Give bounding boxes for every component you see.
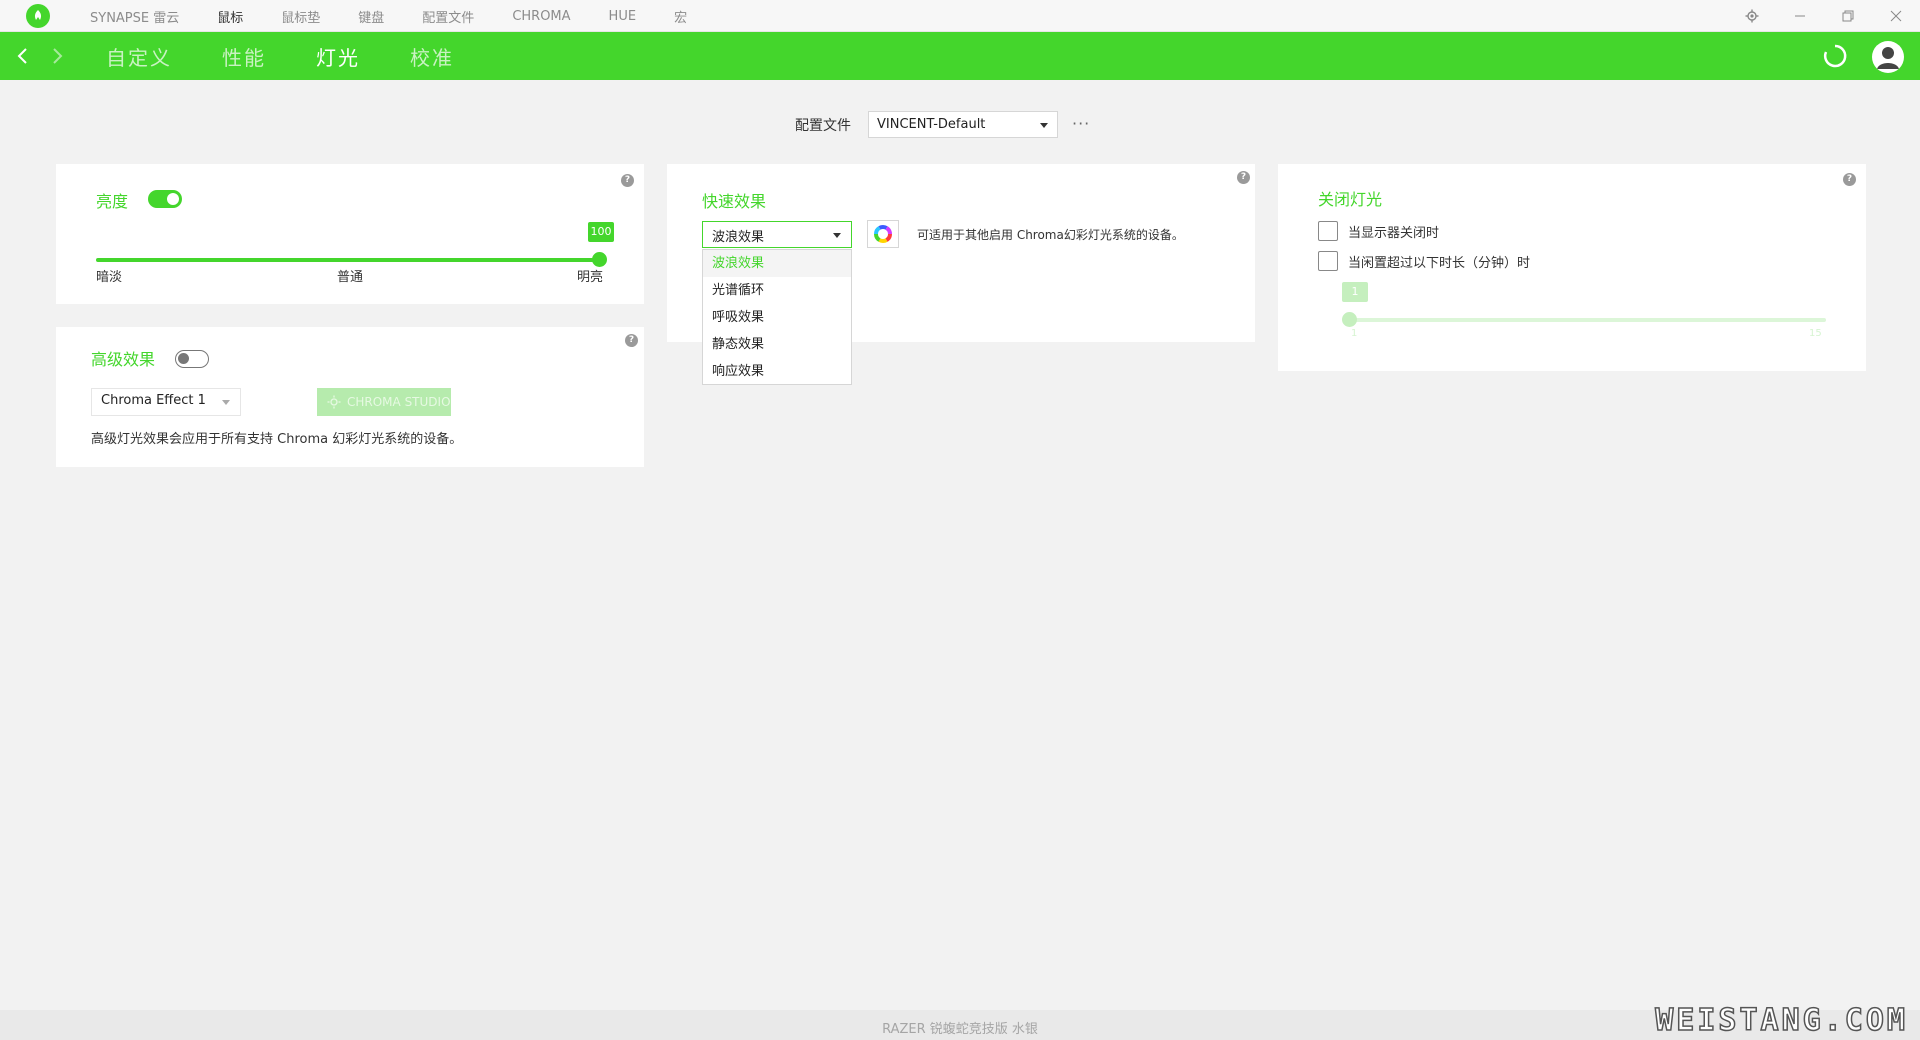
dropdown-option[interactable]: 光谱循环 — [703, 277, 851, 304]
chevron-down-icon — [222, 400, 230, 405]
brightness-slider-thumb[interactable] — [592, 252, 607, 267]
topnav-macro[interactable]: 宏 — [674, 7, 687, 26]
close-icon[interactable] — [1872, 0, 1920, 32]
chroma-studio-button[interactable]: CHROMA STUDIO — [317, 388, 451, 416]
color-wheel-icon — [874, 225, 892, 243]
help-icon[interactable]: ? — [625, 334, 638, 347]
idle-max-label: 15 — [1809, 328, 1822, 339]
top-nav: SYNAPSE 雷云 鼠标 鼠标垫 键盘 配置文件 CHROMA HUE 宏 — [90, 0, 725, 32]
brightness-toggle[interactable] — [148, 190, 182, 208]
dropdown-option[interactable]: 静态效果 — [703, 331, 851, 358]
help-icon[interactable]: ? — [1237, 171, 1250, 184]
color-wheel-button[interactable] — [867, 220, 899, 248]
advanced-effects-card: ? 高级效果 Chroma Effect 1 CHROMA STUDIO 高级灯… — [56, 327, 644, 467]
device-name: RAZER 锐蝮蛇竞技版 水银 — [882, 1022, 1038, 1037]
tab-calibration[interactable]: 校准 — [410, 42, 454, 71]
quick-effect-select[interactable]: 波浪效果 — [702, 221, 852, 248]
advanced-effects-toggle[interactable] — [175, 350, 209, 368]
idle-value-badge: 1 — [1342, 282, 1368, 302]
dropdown-option[interactable]: 呼吸效果 — [703, 304, 851, 331]
back-arrow-icon[interactable] — [10, 44, 34, 68]
idle-min-label: 1 — [1351, 328, 1358, 339]
section-bar: 自定义 性能 灯光 校准 — [0, 32, 1920, 80]
idle-checkbox[interactable] — [1318, 251, 1338, 271]
topnav-synapse[interactable]: SYNAPSE 雷云 — [90, 7, 179, 26]
minimize-icon[interactable] — [1776, 0, 1824, 32]
tab-performance[interactable]: 性能 — [222, 42, 266, 71]
topnav-keyboard[interactable]: 键盘 — [358, 7, 384, 26]
settings-gear-icon[interactable] — [1728, 0, 1776, 32]
dropdown-option[interactable]: 响应效果 — [703, 358, 851, 385]
brightness-slider-track[interactable] — [96, 258, 600, 262]
profile-value: VINCENT-Default — [877, 117, 986, 132]
advanced-effects-title: 高级效果 — [91, 350, 156, 369]
window-controls — [1728, 0, 1920, 32]
brightness-value-badge: 100 — [588, 222, 614, 242]
user-avatar-icon[interactable] — [1872, 41, 1904, 73]
brightness-title: 亮度 — [96, 192, 129, 211]
help-icon[interactable]: ? — [1843, 173, 1856, 186]
display-off-label: 当显示器关闭时 — [1348, 226, 1440, 241]
chevron-down-icon — [1040, 123, 1048, 128]
chevron-down-icon — [833, 233, 841, 238]
forward-arrow-icon[interactable] — [46, 44, 70, 68]
status-footer: RAZER 锐蝮蛇竞技版 水银 — [0, 1010, 1920, 1040]
idle-slider-track[interactable] — [1348, 318, 1826, 322]
advanced-effects-description: 高级灯光效果会应用于所有支持 Chroma 幻彩灯光系统的设备。 — [91, 432, 463, 447]
idle-label: 当闲置超过以下时长（分钟）时 — [1348, 256, 1531, 271]
profile-label: 配置文件 — [795, 118, 851, 134]
quick-effects-title: 快速效果 — [702, 192, 767, 211]
brightness-label-normal: 普通 — [337, 270, 364, 285]
sync-icon[interactable] — [1822, 43, 1848, 69]
quick-effect-value: 波浪效果 — [712, 230, 765, 245]
razer-logo-icon[interactable] — [26, 4, 50, 28]
chroma-studio-label: CHROMA STUDIO — [347, 395, 451, 409]
advanced-effect-value: Chroma Effect 1 — [101, 393, 206, 408]
quick-effects-hint: 可适用于其他启用 Chroma幻彩灯光系统的设备。 — [917, 228, 1184, 242]
lights-off-title: 关闭灯光 — [1318, 190, 1383, 209]
restore-icon[interactable] — [1824, 0, 1872, 32]
brightness-card: ? 亮度 100 暗淡 普通 明亮 — [56, 164, 644, 304]
advanced-effect-select[interactable]: Chroma Effect 1 — [91, 388, 241, 416]
lights-off-card: ? 关闭灯光 当显示器关闭时 当闲置超过以下时长（分钟）时 1 1 15 — [1278, 164, 1866, 371]
brightness-label-bright: 明亮 — [577, 270, 604, 285]
topnav-chroma[interactable]: CHROMA — [512, 9, 570, 24]
more-options-icon[interactable]: ··· — [1072, 114, 1090, 133]
topnav-profiles[interactable]: 配置文件 — [422, 7, 474, 26]
section-tabs: 自定义 性能 灯光 校准 — [106, 32, 504, 80]
tab-customize[interactable]: 自定义 — [106, 42, 172, 71]
dropdown-option[interactable]: 波浪效果 — [703, 250, 851, 277]
idle-slider-thumb[interactable] — [1342, 312, 1357, 327]
tab-lighting[interactable]: 灯光 — [316, 42, 360, 71]
display-off-checkbox[interactable] — [1318, 221, 1338, 241]
quick-effect-dropdown-list: 波浪效果 光谱循环 呼吸效果 静态效果 响应效果 — [702, 249, 852, 385]
topnav-mousepad[interactable]: 鼠标垫 — [281, 7, 320, 26]
profile-dropdown[interactable]: VINCENT-Default — [868, 111, 1058, 138]
watermark-text: WEISTANG.COM — [1655, 1002, 1908, 1039]
topnav-hue[interactable]: HUE — [609, 9, 637, 24]
title-bar: SYNAPSE 雷云 鼠标 鼠标垫 键盘 配置文件 CHROMA HUE 宏 — [0, 0, 1920, 32]
sun-icon — [327, 395, 341, 409]
help-icon[interactable]: ? — [621, 174, 634, 187]
topnav-mouse[interactable]: 鼠标 — [217, 7, 243, 26]
brightness-label-dim: 暗淡 — [96, 270, 123, 285]
